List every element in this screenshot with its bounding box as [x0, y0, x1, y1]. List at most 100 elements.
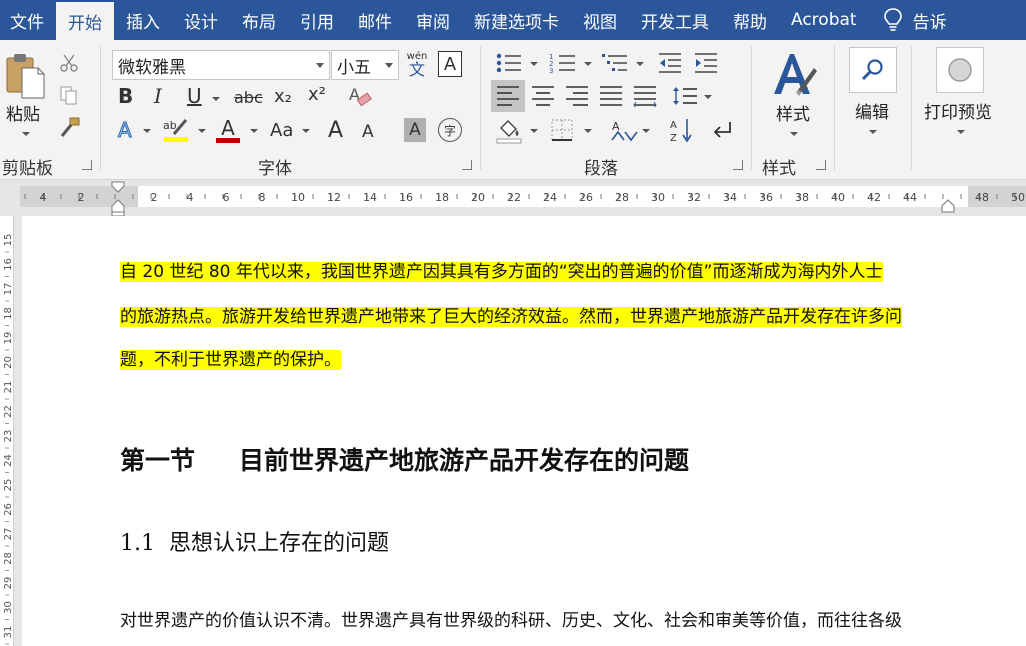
ruler-label: 38: [795, 191, 809, 204]
styles-dropdown[interactable]: [790, 132, 798, 136]
copy-icon: [60, 86, 77, 105]
distributed-button[interactable]: [630, 80, 660, 112]
grow-font-button[interactable]: A: [328, 118, 343, 143]
editing-dropdown[interactable]: [869, 130, 877, 134]
document-page[interactable]: 自 20 世纪 80 年代以来，我国世界遗产因其具有多方面的“突出的普遍的价值”…: [22, 216, 1026, 646]
shading-dropdown[interactable]: [530, 129, 538, 133]
ruler-label: 4: [187, 191, 194, 204]
borders-button[interactable]: [548, 116, 576, 144]
strikethrough-button[interactable]: abc: [234, 88, 263, 107]
line-spacing-button[interactable]: [670, 80, 700, 112]
tab-acrobat[interactable]: Acrobat: [779, 0, 869, 40]
borders-icon: [551, 119, 573, 141]
print-preview-button[interactable]: [936, 47, 984, 93]
separator: [834, 46, 835, 170]
superscript-button[interactable]: x²: [308, 84, 326, 105]
font-launcher[interactable]: [462, 160, 472, 170]
styles-launcher[interactable]: [816, 160, 826, 170]
align-right-icon: [566, 86, 588, 106]
align-center-button[interactable]: [528, 80, 558, 112]
show-hide-marks-button[interactable]: [708, 116, 736, 144]
highlight-dropdown[interactable]: [198, 129, 206, 133]
character-border-button[interactable]: A: [438, 51, 462, 77]
ruler-ticks: 4 2 2 4 6 8 10 12 14 16 18 20 22 24 26 28 30 32 34 36 38 40 42…: [24, 191, 1025, 204]
borders-dropdown[interactable]: [584, 129, 592, 133]
align-right-button[interactable]: [562, 80, 592, 112]
paragraph-line: 自 20 世纪 80 年代以来，我国世界遗产因其具有多方面的“突出的普遍的价值”…: [120, 257, 883, 282]
vertical-ruler[interactable]: 15 16 17 18 19 20 21 22 23 24 25 26 27 28 29 30 31: [0, 216, 14, 646]
font-name-dropdown[interactable]: [316, 63, 324, 68]
first-line-indent-marker[interactable]: [111, 181, 125, 217]
shading-button[interactable]: [494, 116, 524, 144]
editing-button[interactable]: [849, 47, 897, 93]
change-case-dropdown[interactable]: [302, 129, 310, 133]
enclose-characters-button[interactable]: 字: [438, 118, 462, 142]
tab-file[interactable]: 文件: [0, 0, 56, 40]
asian-layout-dropdown[interactable]: [642, 129, 650, 133]
vertical-ruler-label: 22: [3, 405, 14, 418]
font-size-box[interactable]: 小五: [331, 50, 399, 80]
character-shading-button[interactable]: A: [404, 118, 426, 142]
bullets-dropdown[interactable]: [530, 62, 538, 66]
right-indent-marker[interactable]: [941, 199, 955, 213]
multilevel-list-button[interactable]: [600, 50, 630, 76]
tab-review[interactable]: 审阅: [404, 0, 462, 40]
highlight-button[interactable]: ab: [162, 116, 190, 144]
paste-dropdown[interactable]: [22, 132, 30, 136]
ruler-label: 10: [291, 191, 305, 204]
cut-button[interactable]: [58, 52, 80, 74]
text-effects-dropdown[interactable]: [143, 129, 151, 133]
align-left-icon: [497, 86, 519, 106]
align-left-button[interactable]: [491, 80, 525, 112]
paragraph-launcher[interactable]: [733, 160, 743, 170]
font-color-button[interactable]: A: [214, 116, 242, 144]
change-case-button[interactable]: Aa: [270, 120, 293, 141]
bullets-button[interactable]: [494, 50, 524, 76]
tab-help[interactable]: 帮助: [721, 0, 779, 40]
numbering-dropdown[interactable]: [584, 62, 592, 66]
phonetic-guide-button[interactable]: wén 文: [404, 50, 430, 80]
tab-developer[interactable]: 开发工具: [629, 0, 721, 40]
paste-button[interactable]: [4, 52, 48, 100]
styles-button[interactable]: [768, 50, 818, 98]
tab-references[interactable]: 引用: [288, 0, 346, 40]
decrease-indent-button[interactable]: [656, 50, 684, 76]
clear-formatting-button[interactable]: A: [348, 84, 372, 110]
tab-home[interactable]: 开始: [56, 2, 114, 40]
subscript-button[interactable]: x₂: [274, 86, 292, 107]
asian-layout-button[interactable]: A: [608, 116, 640, 144]
horizontal-ruler[interactable]: 4 2 2 4 6 8 10 12 14 16 18 20 22 24 26 28 30 32 34 36 38 40 42…: [20, 186, 1026, 207]
separator: [911, 46, 912, 170]
shrink-font-button[interactable]: A: [362, 122, 374, 142]
font-color-dropdown[interactable]: [250, 129, 258, 133]
sort-button[interactable]: AZ: [668, 116, 696, 144]
tab-design[interactable]: 设计: [172, 0, 230, 40]
print-preview-dropdown[interactable]: [957, 130, 965, 134]
bold-button[interactable]: B: [118, 84, 133, 108]
justify-button[interactable]: [596, 80, 626, 112]
vertical-ruler-label: 20: [3, 356, 14, 369]
paragraph-line: 题，不利于世界遗产的保护。: [120, 345, 341, 370]
multilevel-list-dropdown[interactable]: [636, 62, 644, 66]
tab-mailings[interactable]: 邮件: [346, 0, 404, 40]
tab-new[interactable]: 新建选项卡: [462, 0, 571, 40]
clipboard-launcher[interactable]: [82, 160, 92, 170]
underline-dropdown[interactable]: [212, 97, 220, 101]
character-border-glyph: A: [443, 53, 457, 75]
italic-button[interactable]: I: [154, 84, 162, 108]
tell-me-box[interactable]: 告诉: [869, 0, 947, 40]
line-spacing-dropdown[interactable]: [704, 95, 712, 99]
copy-button[interactable]: [58, 84, 80, 106]
increase-indent-icon: [695, 53, 717, 73]
tab-view[interactable]: 视图: [571, 0, 629, 40]
font-name-box[interactable]: 微软雅黑: [112, 50, 330, 80]
format-painter-button[interactable]: [58, 116, 82, 140]
tab-insert[interactable]: 插入: [114, 0, 172, 40]
tab-layout[interactable]: 布局: [230, 0, 288, 40]
font-size-dropdown[interactable]: [385, 63, 393, 68]
increase-indent-button[interactable]: [692, 50, 720, 76]
line-spacing-icon: [673, 87, 697, 105]
text-effects-button[interactable]: A: [118, 118, 133, 143]
numbering-button[interactable]: 123: [548, 50, 578, 76]
underline-button[interactable]: U: [187, 84, 202, 108]
